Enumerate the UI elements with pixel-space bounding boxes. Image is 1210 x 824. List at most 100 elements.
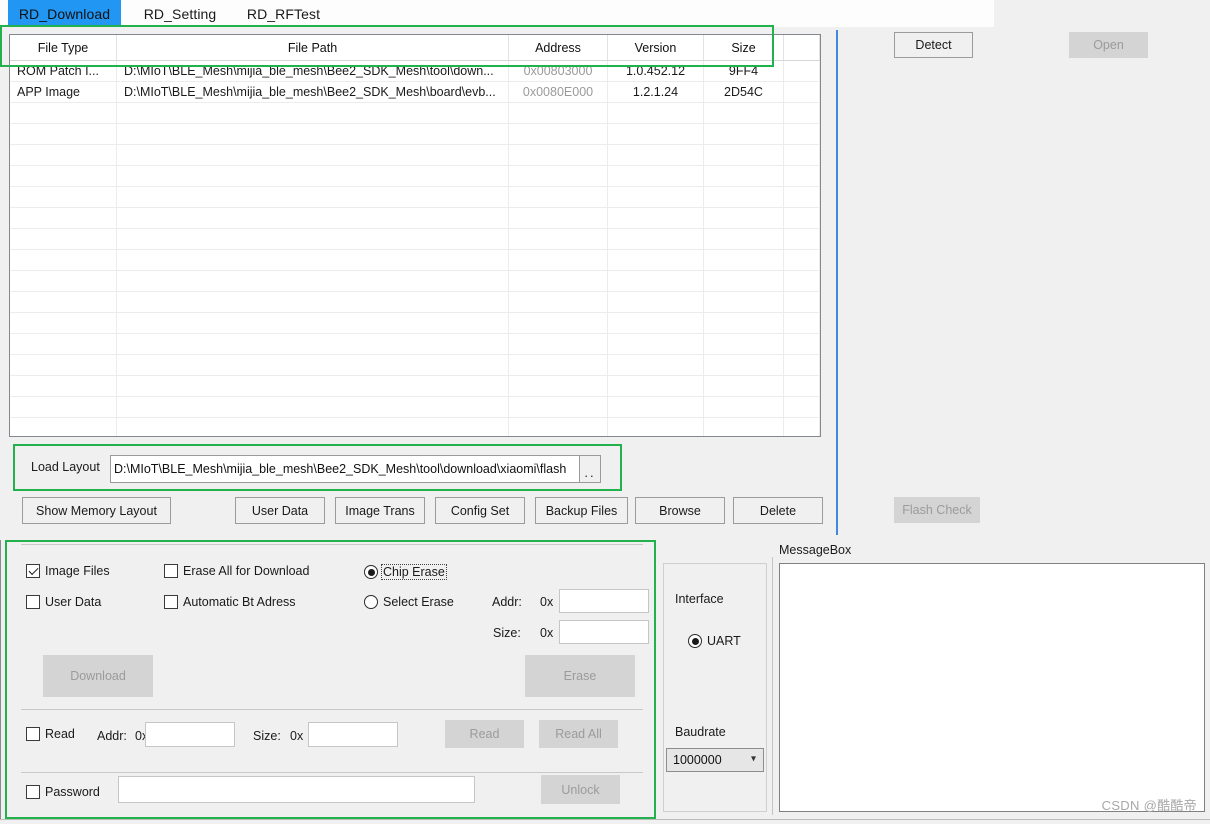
open-button[interactable]: Open xyxy=(1069,32,1148,58)
backup-files-button[interactable]: Backup Files xyxy=(535,497,628,524)
table-row-empty[interactable] xyxy=(10,313,820,334)
table-row-empty[interactable] xyxy=(10,187,820,208)
cell-empty xyxy=(117,355,509,375)
cell-empty xyxy=(509,187,608,207)
cell-file_path: D:\MIoT\BLE_Mesh\mijia_ble_mesh\Bee2_SDK… xyxy=(117,82,509,102)
cell-empty xyxy=(117,292,509,312)
messagebox-content[interactable] xyxy=(779,563,1205,812)
cell-empty xyxy=(704,418,784,436)
baudrate-value: 1000000 xyxy=(673,753,722,767)
cell-empty xyxy=(509,103,608,123)
cell-empty xyxy=(704,124,784,144)
read-size-label: Size: xyxy=(253,729,281,743)
table-row-empty[interactable] xyxy=(10,271,820,292)
erase-size-input[interactable] xyxy=(559,620,649,644)
table-row[interactable]: APP Image D:\MIoT\BLE_Mesh\mijia_ble_mesh… xyxy=(10,82,820,103)
erase-size-label: Size: xyxy=(493,626,521,640)
checkbox-automatic-bt-adress[interactable]: Automatic Bt Adress xyxy=(164,595,296,609)
cell-empty xyxy=(117,103,509,123)
load-layout-browse-button[interactable]: .. xyxy=(579,455,601,483)
read-checkbox-box[interactable] xyxy=(26,727,40,741)
uart-radio-button[interactable] xyxy=(688,634,702,648)
table-row-empty[interactable] xyxy=(10,103,820,124)
erase-button[interactable]: Erase xyxy=(525,655,635,697)
checkbox-box[interactable] xyxy=(164,564,178,578)
read-size-input[interactable] xyxy=(308,722,398,747)
table-row-empty[interactable] xyxy=(10,124,820,145)
password-checkbox[interactable]: Password xyxy=(26,785,100,799)
cell-empty xyxy=(117,187,509,207)
table-row-empty[interactable] xyxy=(10,397,820,418)
radio-select-erase[interactable]: Select Erase xyxy=(364,595,454,609)
detect-button[interactable]: Detect xyxy=(894,32,973,58)
table-row-empty[interactable] xyxy=(10,355,820,376)
checkbox-user-data[interactable]: User Data xyxy=(26,595,101,609)
table-row-empty[interactable] xyxy=(10,334,820,355)
config-set-button[interactable]: Config Set xyxy=(435,497,525,524)
read-button[interactable]: Read xyxy=(445,720,524,748)
erase-addr-input[interactable] xyxy=(559,589,649,613)
tab-rd-download[interactable]: RD_Download xyxy=(8,0,121,27)
tab-rd-rftest[interactable]: RD_RFTest xyxy=(237,0,330,27)
column-header-version[interactable]: Version xyxy=(608,35,704,60)
table-row-empty[interactable] xyxy=(10,208,820,229)
baudrate-select[interactable]: 1000000 ▾ xyxy=(666,748,764,772)
column-header-file-path[interactable]: File Path xyxy=(117,35,509,60)
delete-button[interactable]: Delete xyxy=(733,497,823,524)
download-button[interactable]: Download xyxy=(43,655,153,697)
cell-empty xyxy=(117,376,509,396)
tab-bar: RD_Download RD_Setting RD_RFTest xyxy=(0,0,1210,27)
radio-button[interactable] xyxy=(364,565,378,579)
cell-empty xyxy=(10,124,117,144)
user-data-button[interactable]: User Data xyxy=(235,497,325,524)
unlock-button[interactable]: Unlock xyxy=(541,775,620,804)
file-table-header: File Type File Path Address Version Size xyxy=(10,35,820,61)
file-table-body[interactable]: ROM Patch I... D:\MIoT\BLE_Mesh\mijia_ble… xyxy=(10,61,820,436)
show-memory-layout-button[interactable]: Show Memory Layout xyxy=(22,497,171,524)
radio-button[interactable] xyxy=(364,595,378,609)
image-trans-button[interactable]: Image Trans xyxy=(335,497,425,524)
read-size-prefix: 0x xyxy=(290,729,304,743)
password-checkbox-box[interactable] xyxy=(26,785,40,799)
file-table[interactable]: File Type File Path Address Version Size ROM… xyxy=(9,34,821,437)
browse-button[interactable]: Browse xyxy=(635,497,725,524)
cell-empty xyxy=(10,418,117,436)
radio-chip-erase[interactable]: Chip Erase xyxy=(364,564,447,580)
read-checkbox[interactable]: Read xyxy=(26,727,75,741)
uart-radio[interactable]: UART xyxy=(688,634,741,648)
cell-empty xyxy=(608,271,704,291)
table-row-empty[interactable] xyxy=(10,145,820,166)
read-all-button[interactable]: Read All xyxy=(539,720,618,748)
table-row-empty[interactable] xyxy=(10,229,820,250)
table-row-empty[interactable] xyxy=(10,166,820,187)
cell-empty xyxy=(509,397,608,417)
watermark: CSDN @酷酷帝 xyxy=(1101,798,1197,813)
cell-empty xyxy=(10,103,117,123)
cell-empty xyxy=(117,229,509,249)
cell-empty xyxy=(784,229,820,249)
checkbox-box[interactable] xyxy=(26,564,40,578)
read-addr-input[interactable] xyxy=(145,722,235,747)
table-row-empty[interactable] xyxy=(10,292,820,313)
table-row-empty[interactable] xyxy=(10,418,820,436)
checkbox-box[interactable] xyxy=(26,595,40,609)
checkbox-erase-all-for-download[interactable]: Erase All for Download xyxy=(164,564,309,578)
cell-empty xyxy=(10,334,117,354)
table-row-empty[interactable] xyxy=(10,376,820,397)
column-header-address[interactable]: Address xyxy=(509,35,608,60)
table-row[interactable]: ROM Patch I... D:\MIoT\BLE_Mesh\mijia_ble… xyxy=(10,61,820,82)
column-header-file-type[interactable]: File Type xyxy=(10,35,117,60)
column-header-size[interactable]: Size xyxy=(704,35,784,60)
load-layout-path-input[interactable] xyxy=(110,455,594,483)
cell-empty xyxy=(117,397,509,417)
checkbox-image-files[interactable]: Image Files xyxy=(26,564,110,578)
column-header-blank[interactable] xyxy=(784,35,820,60)
flash-check-button[interactable]: Flash Check xyxy=(894,497,980,523)
read-checkbox-label: Read xyxy=(45,727,75,741)
tab-rd-setting[interactable]: RD_Setting xyxy=(130,0,230,27)
divider-middle xyxy=(21,709,643,710)
password-input[interactable] xyxy=(118,776,475,803)
cell-empty xyxy=(509,292,608,312)
checkbox-box[interactable] xyxy=(164,595,178,609)
table-row-empty[interactable] xyxy=(10,250,820,271)
